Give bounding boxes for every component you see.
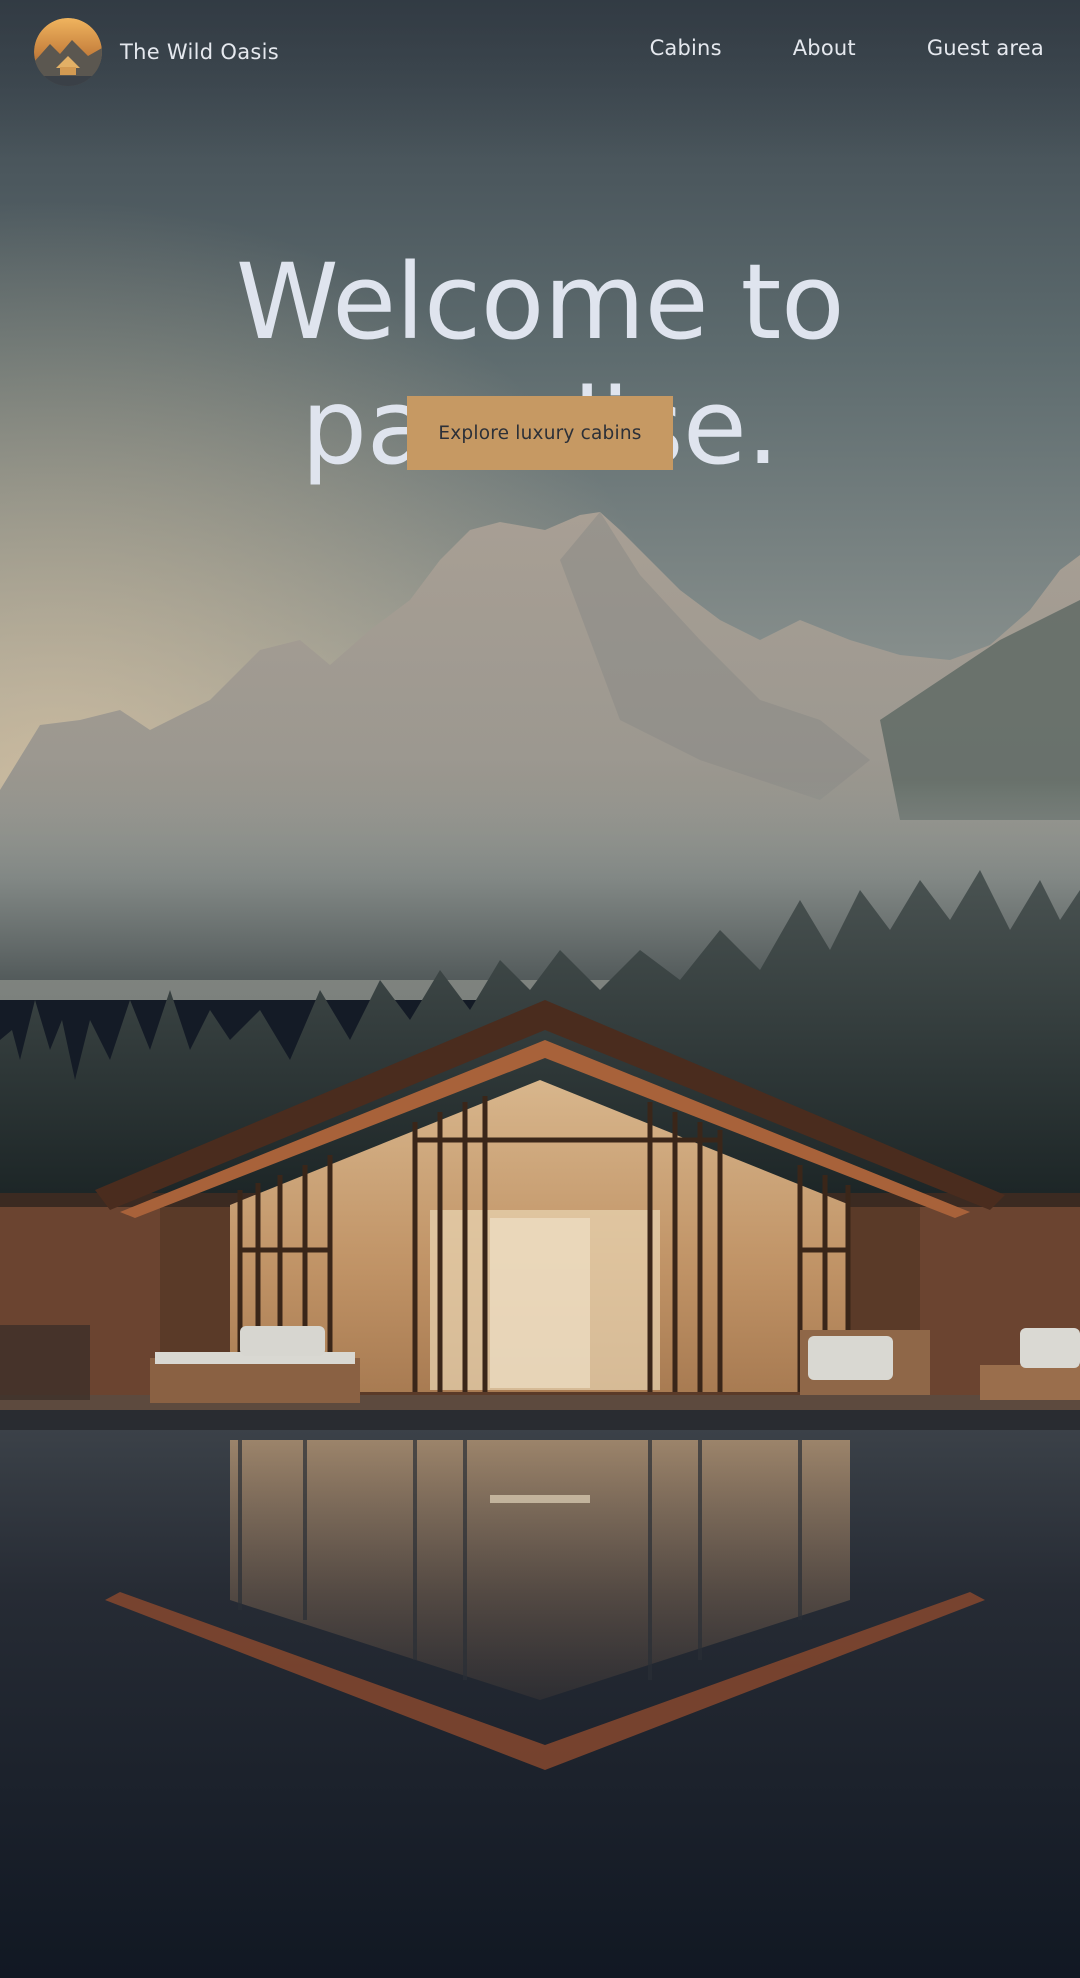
nav-item-guest-area[interactable]: Guest area [927, 36, 1044, 60]
nav-item-cabins[interactable]: Cabins [650, 36, 722, 60]
cabin-logo-icon [34, 18, 102, 86]
top-navigation-bar: The Wild Oasis Cabins About Guest area [0, 0, 1080, 104]
brand-name: The Wild Oasis [120, 40, 280, 64]
explore-cabins-button[interactable]: Explore luxury cabins [407, 396, 673, 470]
brand-logo-link[interactable]: The Wild Oasis [34, 18, 279, 86]
main-nav: Cabins About Guest area [650, 36, 1044, 60]
nav-item-about[interactable]: About [793, 36, 856, 60]
